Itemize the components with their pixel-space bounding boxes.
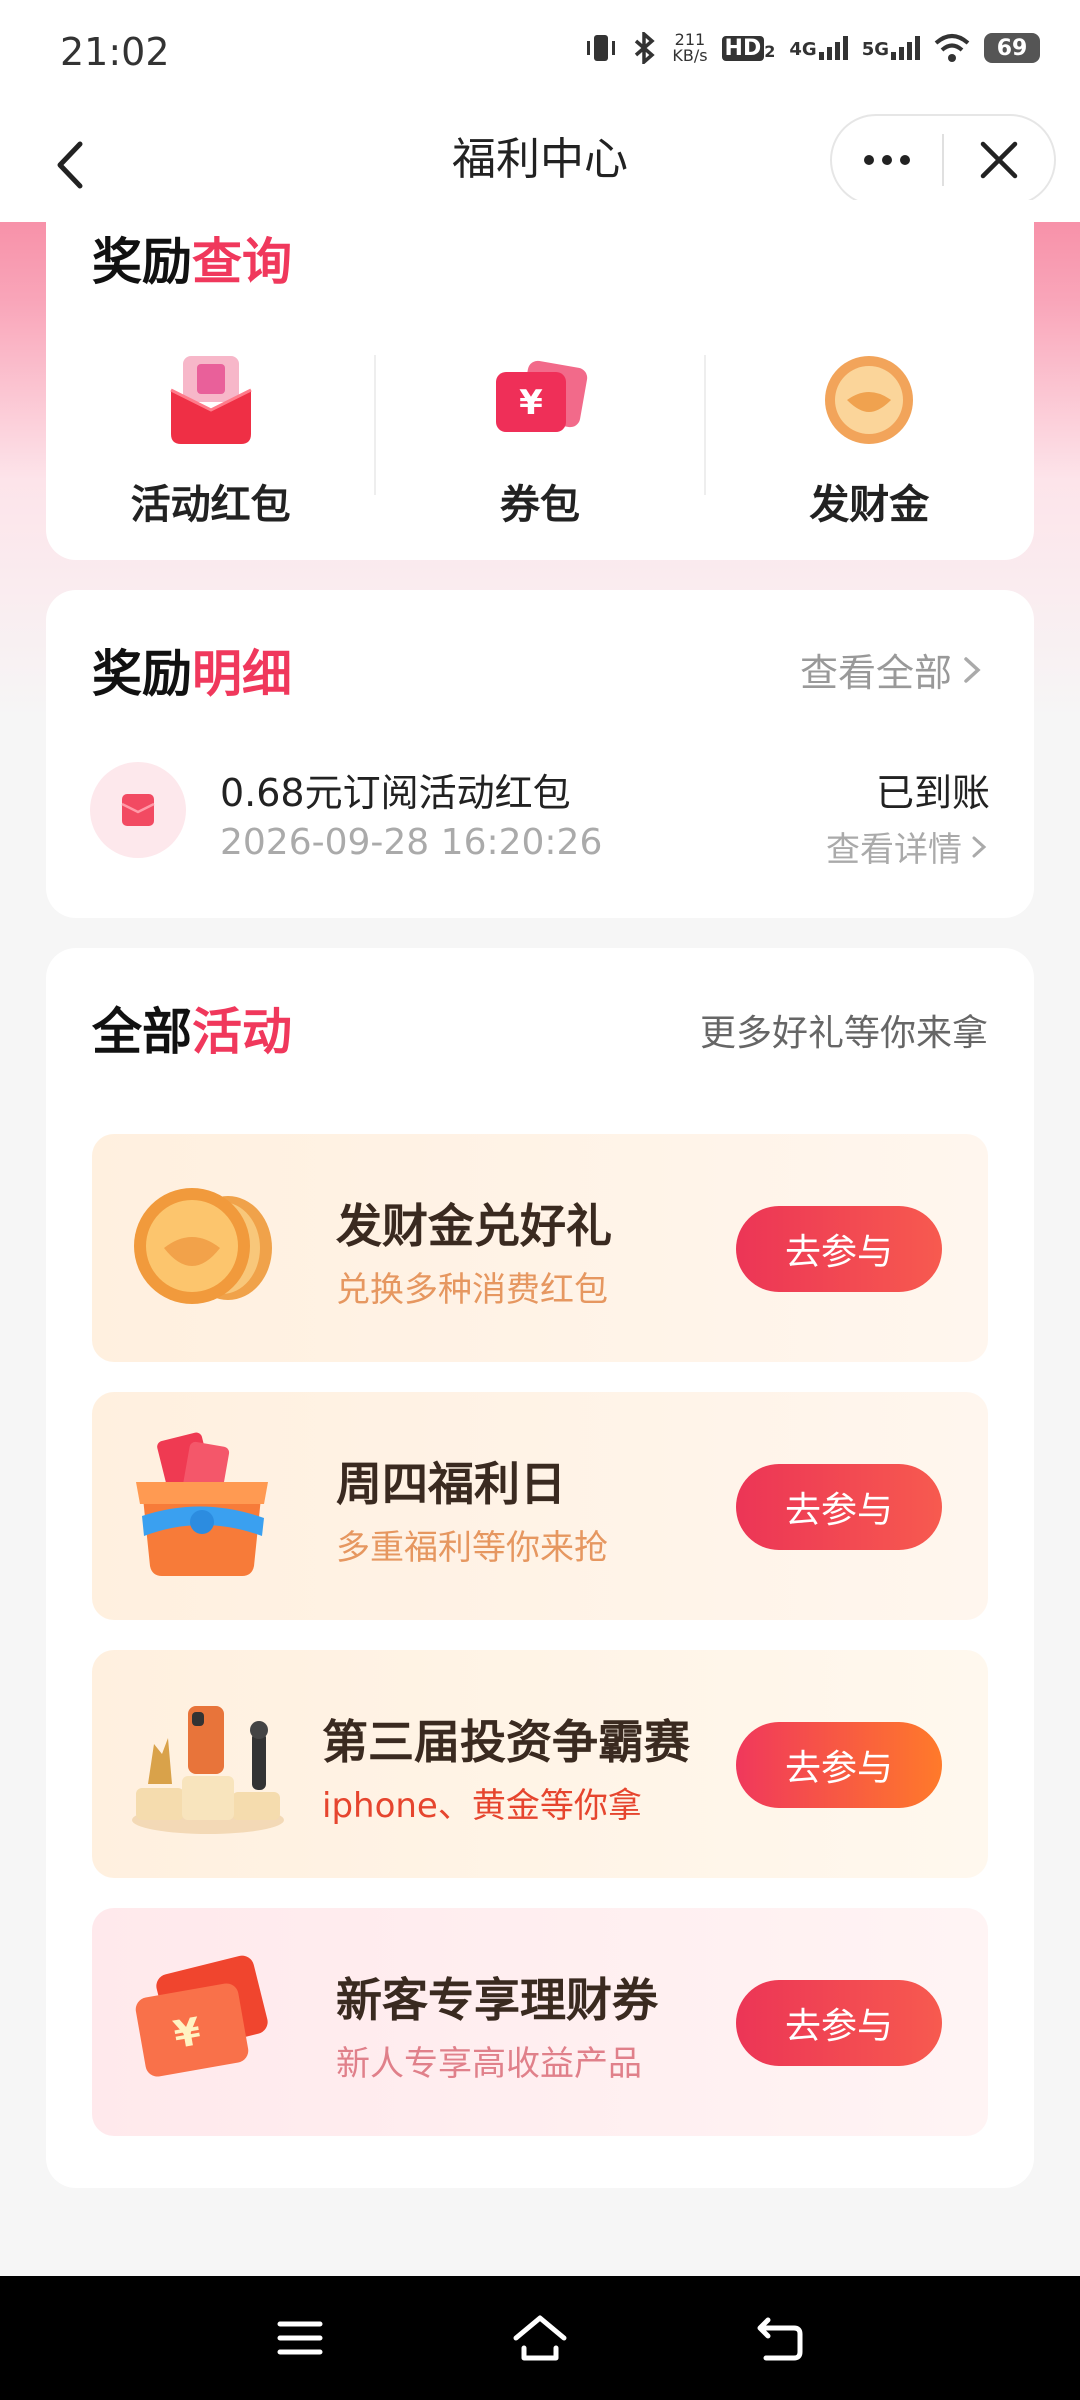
more-gifts-text: 更多好礼等你来拿 <box>699 1013 988 1054</box>
svg-text:¥: ¥ <box>519 383 543 423</box>
gold-coins-icon <box>134 1188 272 1304</box>
trophy-podium-icon <box>132 1706 284 1834</box>
more-button[interactable] <box>832 116 942 204</box>
battery-icon: 69 <box>984 33 1040 63</box>
activity-item[interactable]: 第三届投资争霸赛 iphone、黄金等你拿 去参与 <box>92 1650 988 1878</box>
coupon-icon: ¥ <box>495 360 588 432</box>
red-envelope-icon <box>169 356 252 444</box>
reward-item-label: 券包 <box>499 482 580 528</box>
home-icon[interactable] <box>510 2308 570 2368</box>
status-bar: 21:02 211 KB/s HD 2 4G 5G 69 <box>0 0 1080 110</box>
all-activities-title: 全部活动 <box>92 1003 292 1061</box>
activity-item[interactable]: 周四福利日 多重福利等你来抢 去参与 <box>92 1392 988 1620</box>
reward-item-red-envelope[interactable]: 活动红包 <box>46 340 375 540</box>
view-details-link[interactable]: 查看详情 <box>826 822 990 871</box>
bluetooth-icon <box>635 32 656 64</box>
gift-box-icon <box>136 1432 268 1576</box>
more-dots-icon <box>864 155 874 165</box>
reward-items: 活动红包 ¥ 券包 发财金 <box>46 340 1034 540</box>
divider <box>374 355 376 495</box>
join-button[interactable]: 去参与 <box>736 1980 942 2066</box>
reward-item-label: 发财金 <box>809 482 930 528</box>
activity-name: 新客专享理财券 <box>336 1973 658 2027</box>
record-name: 0.68元订阅活动红包 <box>220 771 571 815</box>
reward-record-row[interactable]: 0.68元订阅活动红包 2026-09-28 16:20:26 已到账 查看详情 <box>90 762 990 872</box>
back-nav-icon[interactable] <box>750 2308 810 2368</box>
activity-name: 第三届投资争霸赛 <box>322 1715 690 1769</box>
chevron-right-icon <box>964 656 981 683</box>
activity-subtitle: iphone、黄金等你拿 <box>322 1786 642 1826</box>
activity-subtitle: 新人专享高收益产品 <box>336 2044 642 2084</box>
signal-5g: 5G <box>862 36 920 60</box>
join-button[interactable]: 去参与 <box>736 1206 942 1292</box>
reward-item-label: 活动红包 <box>130 482 291 528</box>
ticket-icon: ¥ <box>135 1955 268 2077</box>
chevron-right-icon <box>972 836 987 857</box>
divider <box>704 355 706 495</box>
gold-ingot-icon <box>825 356 914 444</box>
activity-subtitle: 多重福利等你来抢 <box>336 1528 608 1568</box>
top-bar: 21:02 211 KB/s HD 2 4G 5G 69 福利中心 <box>0 0 1080 222</box>
join-button[interactable]: 去参与 <box>736 1464 942 1550</box>
reward-item-coupon[interactable]: ¥ 券包 <box>375 340 704 540</box>
activity-subtitle: 兑换多种消费红包 <box>336 1270 608 1310</box>
wifi-icon <box>934 34 970 62</box>
system-nav-bar <box>0 2276 1080 2400</box>
see-all-link[interactable]: 查看全部 <box>800 642 984 697</box>
mini-program-capsule <box>830 114 1056 206</box>
net-speed: 211 KB/s <box>672 30 708 65</box>
record-status: 已到账 <box>875 771 990 815</box>
activity-name: 发财金兑好礼 <box>336 1199 612 1253</box>
menu-icon[interactable] <box>270 2308 330 2368</box>
close-icon <box>980 141 1018 179</box>
rewards-query-card: 奖励查询 活动红包 ¥ 券包 发财金 <box>46 200 1034 560</box>
activity-item[interactable]: 发财金兑好礼 兑换多种消费红包 去参与 <box>92 1134 988 1362</box>
rewards-detail-card: 奖励明细 查看全部 0.68元订阅活动红包 2026-09-28 16:20:2… <box>46 590 1034 918</box>
activity-name: 周四福利日 <box>336 1457 566 1511</box>
status-time: 21:02 <box>60 30 170 74</box>
rewards-detail-title: 奖励明细 <box>92 645 292 703</box>
activity-item[interactable]: ¥ 新客专享理财券 新人专享高收益产品 去参与 <box>92 1908 988 2136</box>
vibrate-icon <box>587 35 616 61</box>
signal-4g: 4G <box>789 36 848 60</box>
all-activities-card: 全部活动 更多好礼等你来拿 发财金兑好礼 兑换多种消费红包 去参与 周四福利日 … <box>46 948 1034 2188</box>
reward-item-fortune-gold[interactable]: 发财金 <box>705 340 1034 540</box>
hd-indicator: HD 2 <box>721 35 775 61</box>
status-icons: 211 KB/s HD 2 4G 5G 69 <box>584 32 1040 64</box>
red-packet-icon <box>90 762 186 858</box>
record-time: 2026-09-28 16:20:26 <box>220 822 603 863</box>
rewards-query-title: 奖励查询 <box>92 233 292 291</box>
close-button[interactable] <box>944 116 1054 204</box>
join-button[interactable]: 去参与 <box>736 1722 942 1808</box>
